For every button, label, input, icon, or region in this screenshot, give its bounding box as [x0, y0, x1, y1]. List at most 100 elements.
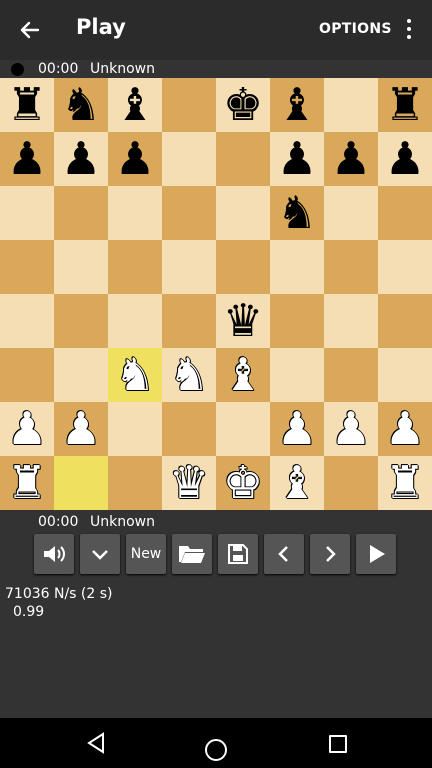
previous-move-button[interactable]	[264, 534, 304, 574]
white-knight-icon[interactable]: ♞	[115, 348, 155, 402]
square-e7[interactable]	[216, 132, 270, 186]
black-rook-icon[interactable]: ♜	[385, 78, 425, 132]
white-knight-icon[interactable]: ♞	[169, 348, 209, 402]
square-g2[interactable]: ♟	[324, 402, 378, 456]
square-a4[interactable]	[0, 294, 54, 348]
expand-button[interactable]	[80, 534, 120, 574]
square-c5[interactable]	[108, 240, 162, 294]
square-b6[interactable]	[54, 186, 108, 240]
square-h7[interactable]: ♟	[378, 132, 432, 186]
sound-button[interactable]	[34, 534, 74, 574]
white-king-icon[interactable]: ♚	[223, 456, 263, 510]
square-a1[interactable]: ♜	[0, 456, 54, 510]
square-f3[interactable]	[270, 348, 324, 402]
play-button[interactable]	[356, 534, 396, 574]
square-g8[interactable]	[324, 78, 378, 132]
square-b4[interactable]	[54, 294, 108, 348]
white-queen-icon[interactable]: ♛	[169, 456, 209, 510]
arrow-back-icon[interactable]	[14, 14, 46, 46]
square-g3[interactable]	[324, 348, 378, 402]
white-pawn-icon[interactable]: ♟	[7, 402, 47, 456]
black-knight-icon[interactable]: ♞	[61, 78, 101, 132]
square-a2[interactable]: ♟	[0, 402, 54, 456]
square-c6[interactable]	[108, 186, 162, 240]
square-d6[interactable]	[162, 186, 216, 240]
white-pawn-icon[interactable]: ♟	[277, 402, 317, 456]
black-rook-icon[interactable]: ♜	[7, 78, 47, 132]
square-d2[interactable]	[162, 402, 216, 456]
square-h6[interactable]	[378, 186, 432, 240]
square-g4[interactable]	[324, 294, 378, 348]
black-bishop-icon[interactable]: ♝	[115, 78, 155, 132]
square-h5[interactable]	[378, 240, 432, 294]
black-bishop-icon[interactable]: ♝	[277, 78, 317, 132]
square-b5[interactable]	[54, 240, 108, 294]
square-c2[interactable]	[108, 402, 162, 456]
white-bishop-icon[interactable]: ♝	[223, 348, 263, 402]
save-button[interactable]	[218, 534, 258, 574]
square-b1[interactable]	[54, 456, 108, 510]
square-b7[interactable]: ♟	[54, 132, 108, 186]
black-pawn-icon[interactable]: ♟	[277, 132, 317, 186]
square-e5[interactable]	[216, 240, 270, 294]
more-vert-icon[interactable]	[397, 16, 421, 44]
black-queen-icon[interactable]: ♛	[223, 294, 263, 348]
square-h3[interactable]	[378, 348, 432, 402]
chess-board[interactable]: ♜ ♞ ♝ ♚ ♝ ♜ ♟ ♟ ♟ ♟ ♟ ♟ ♞ ♛ ♞ ♞ ♝ ♟ ♟ ♟ ♟ ♟ ♜ ♛ ♚ ♝ ♜	[0, 78, 432, 510]
square-c1[interactable]	[108, 456, 162, 510]
square-d3[interactable]: ♞	[162, 348, 216, 402]
square-d7[interactable]	[162, 132, 216, 186]
open-button[interactable]	[172, 534, 212, 574]
black-pawn-icon[interactable]: ♟	[115, 132, 155, 186]
square-f1[interactable]: ♝	[270, 456, 324, 510]
white-bishop-icon[interactable]: ♝	[277, 456, 317, 510]
square-f4[interactable]	[270, 294, 324, 348]
square-e2[interactable]	[216, 402, 270, 456]
black-pawn-icon[interactable]: ♟	[385, 132, 425, 186]
square-h1[interactable]: ♜	[378, 456, 432, 510]
square-g7[interactable]: ♟	[324, 132, 378, 186]
square-f8[interactable]: ♝	[270, 78, 324, 132]
black-pawn-icon[interactable]: ♟	[331, 132, 371, 186]
square-c3[interactable]: ♞	[108, 348, 162, 402]
square-a5[interactable]	[0, 240, 54, 294]
square-e3[interactable]: ♝	[216, 348, 270, 402]
square-a6[interactable]	[0, 186, 54, 240]
square-b8[interactable]: ♞	[54, 78, 108, 132]
square-f7[interactable]: ♟	[270, 132, 324, 186]
white-pawn-icon[interactable]: ♟	[385, 402, 425, 456]
square-c4[interactable]	[108, 294, 162, 348]
square-h8[interactable]: ♜	[378, 78, 432, 132]
square-d5[interactable]	[162, 240, 216, 294]
white-rook-icon[interactable]: ♜	[7, 456, 47, 510]
square-f5[interactable]	[270, 240, 324, 294]
square-a3[interactable]	[0, 348, 54, 402]
black-knight-icon[interactable]: ♞	[277, 186, 317, 240]
square-d8[interactable]	[162, 78, 216, 132]
square-g1[interactable]	[324, 456, 378, 510]
white-rook-icon[interactable]: ♜	[385, 456, 425, 510]
white-pawn-icon[interactable]: ♟	[61, 402, 101, 456]
square-c7[interactable]: ♟	[108, 132, 162, 186]
square-e8[interactable]: ♚	[216, 78, 270, 132]
square-f6[interactable]: ♞	[270, 186, 324, 240]
square-e4[interactable]: ♛	[216, 294, 270, 348]
new-game-button[interactable]: New	[126, 534, 166, 574]
black-pawn-icon[interactable]: ♟	[7, 132, 47, 186]
square-d1[interactable]: ♛	[162, 456, 216, 510]
nav-back-icon[interactable]	[86, 732, 106, 758]
square-f2[interactable]: ♟	[270, 402, 324, 456]
square-g5[interactable]	[324, 240, 378, 294]
square-h4[interactable]	[378, 294, 432, 348]
square-a7[interactable]: ♟	[0, 132, 54, 186]
square-c8[interactable]: ♝	[108, 78, 162, 132]
options-button[interactable]: OPTIONS	[319, 21, 392, 37]
square-d4[interactable]	[162, 294, 216, 348]
square-h2[interactable]: ♟	[378, 402, 432, 456]
square-b3[interactable]	[54, 348, 108, 402]
nav-recent-icon[interactable]	[329, 735, 347, 753]
square-e1[interactable]: ♚	[216, 456, 270, 510]
black-pawn-icon[interactable]: ♟	[61, 132, 101, 186]
square-a8[interactable]: ♜	[0, 78, 54, 132]
square-b2[interactable]: ♟	[54, 402, 108, 456]
